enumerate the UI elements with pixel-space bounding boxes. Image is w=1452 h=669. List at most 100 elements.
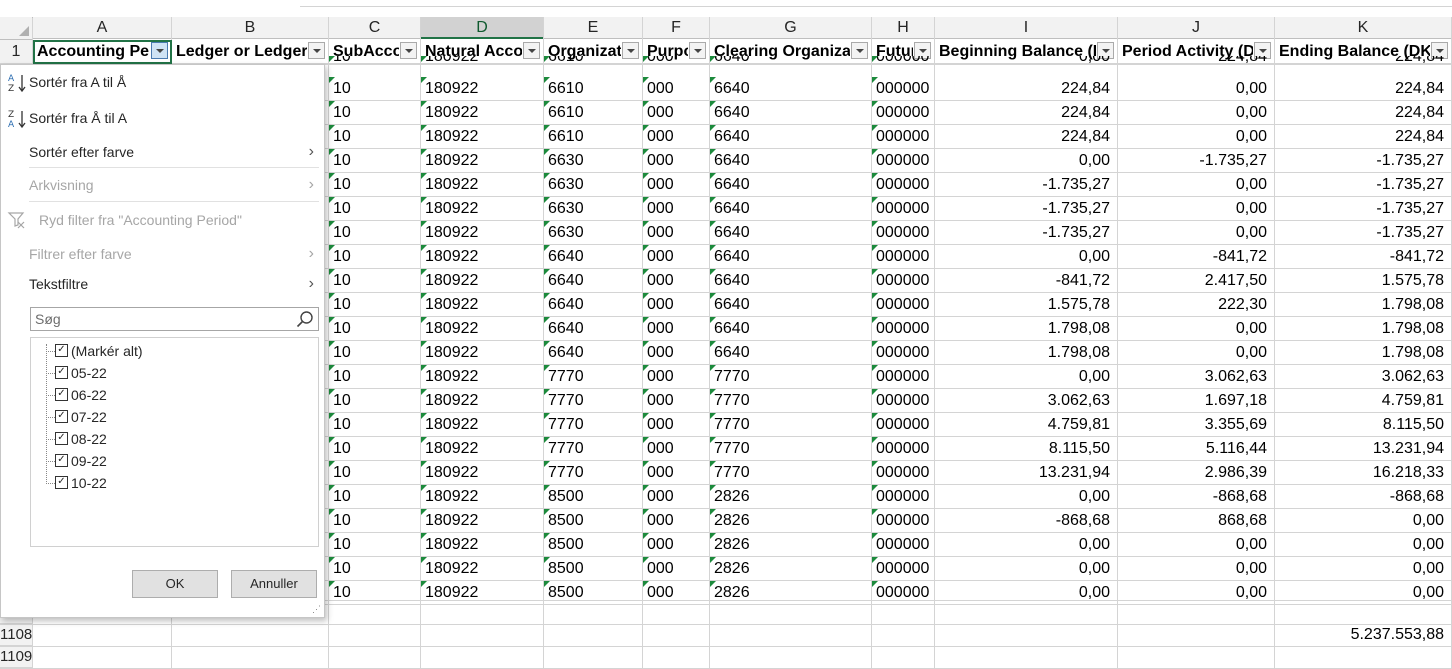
- table-cell[interactable]: 000: [643, 56, 710, 64]
- filter-value-label[interactable]: (Markér alt): [71, 340, 143, 362]
- table-cell[interactable]: 10: [329, 173, 421, 197]
- table-cell[interactable]: 000000: [872, 437, 935, 461]
- table-cell[interactable]: 10: [329, 77, 421, 101]
- table-cell[interactable]: 6640: [710, 245, 872, 269]
- table-cell[interactable]: 1.798,08: [935, 317, 1118, 341]
- table-cell[interactable]: 000: [643, 269, 710, 293]
- table-cell[interactable]: 000000: [872, 221, 935, 245]
- table-cell[interactable]: 6630: [544, 173, 643, 197]
- column-header-e[interactable]: E: [544, 17, 643, 39]
- table-cell[interactable]: 000: [643, 245, 710, 269]
- table-cell[interactable]: 6610: [544, 77, 643, 101]
- table-cell[interactable]: 0,00: [935, 485, 1118, 509]
- filter-value-label[interactable]: 09-22: [71, 450, 107, 472]
- table-cell[interactable]: 10: [329, 533, 421, 557]
- sort-z-to-a-item[interactable]: ZA Sortér fra Å til A: [1, 104, 324, 132]
- header-cell-a[interactable]: Accounting Period: [33, 40, 172, 64]
- table-cell[interactable]: 000: [643, 413, 710, 437]
- table-cell[interactable]: 8500: [544, 509, 643, 533]
- table-cell[interactable]: 000: [643, 101, 710, 125]
- table-cell[interactable]: 0,00: [1118, 221, 1275, 245]
- column-header-d[interactable]: D: [421, 17, 544, 39]
- table-cell[interactable]: 000000: [872, 581, 935, 605]
- table-cell[interactable]: 0,00: [935, 56, 1118, 64]
- table-cell[interactable]: 8500: [544, 557, 643, 581]
- table-cell[interactable]: 4.759,81: [935, 413, 1118, 437]
- table-cell[interactable]: 6630: [544, 197, 643, 221]
- table-cell[interactable]: 0,00: [1118, 197, 1275, 221]
- table-cell[interactable]: 224,84: [1118, 56, 1275, 64]
- table-cell[interactable]: 6630: [544, 149, 643, 173]
- table-cell[interactable]: 0,00: [1118, 533, 1275, 557]
- table-cell[interactable]: 7770: [710, 413, 872, 437]
- checkbox-checked-icon[interactable]: ✓: [55, 344, 68, 357]
- checkbox-checked-icon[interactable]: ✓: [55, 410, 68, 423]
- table-cell[interactable]: 3.355,69: [1118, 413, 1275, 437]
- table-cell[interactable]: 1.798,08: [1275, 317, 1452, 341]
- filter-dropdown-button[interactable]: [308, 42, 325, 59]
- table-cell[interactable]: 0,00: [935, 149, 1118, 173]
- table-cell[interactable]: 000: [643, 509, 710, 533]
- table-cell[interactable]: 180922: [421, 509, 544, 533]
- table-cell[interactable]: 180922: [421, 269, 544, 293]
- table-cell[interactable]: 3.062,63: [1118, 365, 1275, 389]
- table-cell[interactable]: 0,00: [1118, 557, 1275, 581]
- table-cell[interactable]: 1.697,18: [1118, 389, 1275, 413]
- table-cell[interactable]: 6640: [544, 269, 643, 293]
- table-cell[interactable]: 180922: [421, 149, 544, 173]
- table-cell[interactable]: 7770: [544, 365, 643, 389]
- table-cell[interactable]: 6610: [544, 56, 643, 64]
- table-cell[interactable]: 10: [329, 197, 421, 221]
- table-cell[interactable]: 1.575,78: [1275, 269, 1452, 293]
- table-cell[interactable]: 000000: [872, 149, 935, 173]
- table-cell[interactable]: -1.735,27: [1275, 149, 1452, 173]
- table-cell[interactable]: 2826: [710, 509, 872, 533]
- filter-value-label[interactable]: 06-22: [71, 384, 107, 406]
- table-cell[interactable]: 8.115,50: [1275, 413, 1452, 437]
- table-cell[interactable]: 8500: [544, 581, 643, 605]
- column-header-f[interactable]: F: [643, 17, 710, 39]
- column-header-a[interactable]: A: [33, 17, 172, 39]
- table-cell[interactable]: 000000: [872, 413, 935, 437]
- table-cell[interactable]: 10: [329, 389, 421, 413]
- table-cell[interactable]: 6630: [544, 221, 643, 245]
- table-cell[interactable]: 10: [329, 125, 421, 149]
- checkbox-checked-icon[interactable]: ✓: [55, 388, 68, 401]
- table-cell[interactable]: 1.798,08: [1275, 341, 1452, 365]
- table-cell[interactable]: 0,00: [1118, 125, 1275, 149]
- row-header-1108[interactable]: 1108: [0, 624, 33, 646]
- filter-values-list[interactable]: ✓ (Markér alt) ✓ 05-22 ✓ 06-22 ✓ 07-22 ✓ 08-22 ✓ 09…: [30, 337, 319, 547]
- table-cell[interactable]: 10: [329, 341, 421, 365]
- table-cell[interactable]: 0,00: [1275, 581, 1452, 605]
- table-cell[interactable]: 0,00: [1275, 533, 1452, 557]
- table-cell[interactable]: 7770: [544, 461, 643, 485]
- table-cell[interactable]: 10: [329, 149, 421, 173]
- table-cell[interactable]: -868,68: [935, 509, 1118, 533]
- table-cell[interactable]: 0,00: [935, 365, 1118, 389]
- table-cell[interactable]: 10: [329, 221, 421, 245]
- table-cell[interactable]: 000: [643, 533, 710, 557]
- table-cell[interactable]: 180922: [421, 317, 544, 341]
- table-cell[interactable]: -1.735,27: [1275, 173, 1452, 197]
- table-cell[interactable]: 000: [643, 125, 710, 149]
- table-cell[interactable]: 10: [329, 56, 421, 64]
- table-cell[interactable]: 7770: [710, 365, 872, 389]
- table-cell[interactable]: 6640: [710, 341, 872, 365]
- table-cell[interactable]: -841,72: [935, 269, 1118, 293]
- table-cell[interactable]: 7770: [710, 389, 872, 413]
- checkbox-checked-icon[interactable]: ✓: [55, 454, 68, 467]
- table-cell[interactable]: 3.062,63: [1275, 365, 1452, 389]
- table-cell[interactable]: 10: [329, 437, 421, 461]
- total-cell[interactable]: 5.237.553,88: [1275, 624, 1452, 646]
- table-cell[interactable]: 000: [643, 149, 710, 173]
- table-cell[interactable]: 6640: [710, 125, 872, 149]
- table-cell[interactable]: 10: [329, 101, 421, 125]
- table-cell[interactable]: 000000: [872, 365, 935, 389]
- table-cell[interactable]: 10: [329, 245, 421, 269]
- table-cell[interactable]: 0,00: [935, 581, 1118, 605]
- table-cell[interactable]: 000000: [872, 461, 935, 485]
- table-cell[interactable]: 000000: [872, 269, 935, 293]
- table-cell[interactable]: 8500: [544, 533, 643, 557]
- table-cell[interactable]: 000: [643, 485, 710, 509]
- table-cell[interactable]: 000: [643, 365, 710, 389]
